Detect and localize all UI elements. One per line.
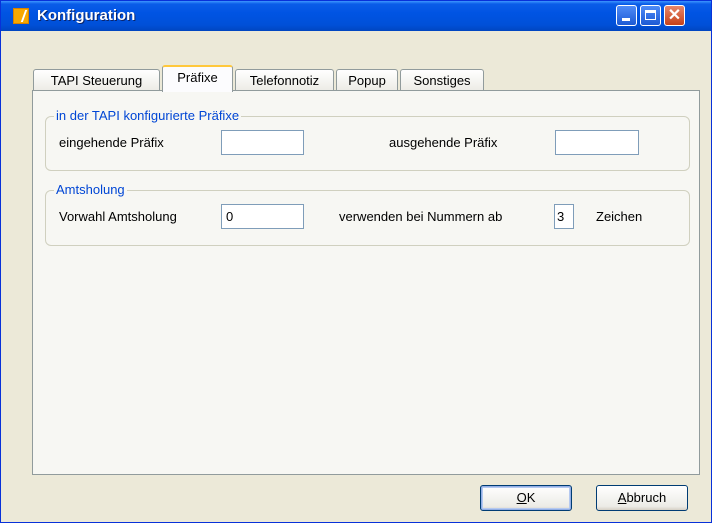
tab-sonstiges[interactable]: Sonstiges bbox=[400, 69, 484, 91]
ok-mnemonic: O bbox=[516, 490, 527, 505]
konfiguration-window: Konfiguration ✕ TAPI Steuerung Präfixe T… bbox=[0, 0, 712, 523]
outside-line-legend: Amtsholung bbox=[54, 182, 127, 197]
cancel-button[interactable]: Abbruch bbox=[596, 485, 688, 511]
tab-praefixe[interactable]: Präfixe bbox=[162, 65, 233, 92]
min-digits-label: verwenden bei Nummern ab bbox=[339, 209, 503, 224]
min-digits-input[interactable]: 3 bbox=[554, 204, 574, 229]
app-icon bbox=[13, 8, 29, 24]
close-button[interactable]: ✕ bbox=[664, 5, 685, 26]
digits-unit-label: Zeichen bbox=[596, 209, 643, 224]
incoming-prefix-label: eingehende Präfix bbox=[59, 135, 164, 150]
outside-line-prefix-input[interactable]: 0 bbox=[221, 204, 304, 229]
minimize-button[interactable] bbox=[616, 5, 637, 26]
minimize-icon bbox=[622, 18, 630, 21]
ok-button[interactable]: OK bbox=[480, 485, 572, 511]
tab-popup[interactable]: Popup bbox=[336, 69, 398, 91]
maximize-icon bbox=[645, 10, 656, 20]
close-icon: ✕ bbox=[667, 7, 682, 24]
cancel-label-rest: bbruch bbox=[626, 490, 667, 505]
tab-telefonnotiz[interactable]: Telefonnotiz bbox=[235, 69, 334, 91]
window-title: Konfiguration bbox=[37, 7, 136, 24]
outgoing-prefix-label: ausgehende Präfix bbox=[389, 135, 498, 150]
incoming-prefix-input[interactable] bbox=[221, 130, 304, 155]
outgoing-prefix-input[interactable] bbox=[555, 130, 639, 155]
outside-line-group: Amtsholung Vorwahl Amtsholung 0 verwende… bbox=[45, 182, 690, 246]
tab-tapi-steuerung[interactable]: TAPI Steuerung bbox=[33, 69, 160, 91]
maximize-button[interactable] bbox=[640, 5, 661, 26]
ok-label-rest: K bbox=[526, 490, 536, 505]
outside-line-prefix-label: Vorwahl Amtsholung bbox=[59, 209, 177, 224]
tapi-prefixes-legend: in der TAPI konfigurierte Präfixe bbox=[54, 108, 242, 123]
tapi-prefixes-group: in der TAPI konfigurierte Präfixe eingeh… bbox=[45, 108, 690, 171]
title-bar[interactable]: Konfiguration ✕ bbox=[1, 1, 711, 31]
tab-panel-praefixe: in der TAPI konfigurierte Präfixe eingeh… bbox=[32, 90, 700, 475]
